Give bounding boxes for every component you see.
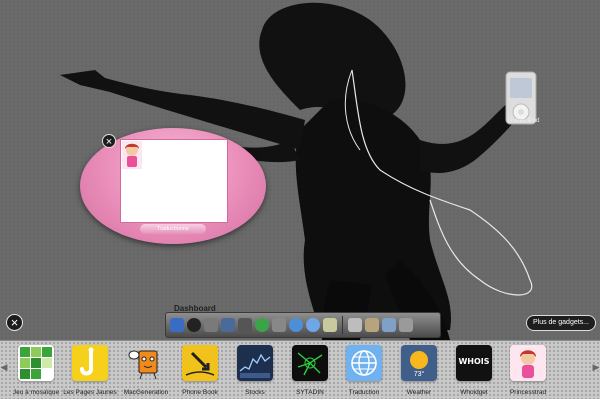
- sytadin-icon: [292, 345, 328, 381]
- princess-icon: [122, 141, 142, 169]
- globe-icon: [346, 345, 382, 381]
- dock-item-downloads[interactable]: [382, 318, 396, 332]
- gadget-princesstrad[interactable]: Princesstrad: [500, 345, 556, 399]
- dock-item-finder[interactable]: [170, 318, 184, 332]
- dock-item-clock[interactable]: [187, 318, 201, 332]
- gadget-weather[interactable]: 73° Weather: [391, 345, 447, 399]
- widget-title: Traductionne: [140, 224, 206, 234]
- gadget-stocks[interactable]: Stocks: [227, 345, 283, 399]
- gadget-sytadin[interactable]: SYTADIN: [282, 345, 338, 399]
- dock-item-folder[interactable]: [365, 318, 379, 332]
- phone-book-icon: [182, 345, 218, 381]
- dock-item-tools[interactable]: [204, 318, 218, 332]
- close-icon[interactable]: ×: [102, 134, 116, 148]
- whois-text: WHOIS: [458, 357, 490, 366]
- dock-item-system[interactable]: [272, 318, 286, 332]
- gadget-macgeneration[interactable]: MacGeneration: [118, 345, 174, 399]
- dock-item-ichat[interactable]: [306, 318, 320, 332]
- ipod-widget-label: iTunes iPod: [508, 118, 540, 124]
- dock-item-preview[interactable]: [221, 318, 235, 332]
- macgeneration-icon: [128, 345, 164, 381]
- dock-item-globe[interactable]: [289, 318, 303, 332]
- widget-content-area[interactable]: [120, 139, 228, 223]
- trash-icon[interactable]: [399, 318, 413, 332]
- chevron-right-icon[interactable]: ▶: [592, 360, 600, 374]
- dock-item-textedit[interactable]: [323, 318, 337, 332]
- gadget-whoidget[interactable]: WHOIS Whoidget: [446, 345, 502, 399]
- gadget-traduction[interactable]: Traduction: [336, 345, 392, 399]
- mosaic-icon: [18, 345, 54, 381]
- gadget-jeu-mosaique[interactable]: Jeu à mosaïque: [8, 345, 64, 399]
- princess-icon: [510, 345, 546, 381]
- weather-icon: 73°: [401, 345, 437, 381]
- dashboard-dock: [165, 312, 441, 338]
- chevron-left-icon[interactable]: ◀: [0, 360, 8, 374]
- gadget-phone-book[interactable]: Phone Book: [172, 345, 228, 399]
- weather-temperature: 73°: [413, 371, 425, 378]
- dock-item-document[interactable]: [348, 318, 362, 332]
- dock-item-green[interactable]: [255, 318, 269, 332]
- gadget-label: Princesstrad: [509, 389, 547, 396]
- more-gadgets-button[interactable]: Plus de gadgets...: [526, 315, 596, 331]
- dock-separator: [342, 316, 343, 334]
- stocks-icon: [237, 345, 273, 381]
- close-dashboard-button[interactable]: ×: [6, 314, 23, 331]
- gadget-label: Les Pages Jaunes: [63, 389, 117, 396]
- pages-jaunes-icon: [72, 345, 108, 381]
- gadget-pages-jaunes[interactable]: Les Pages Jaunes: [62, 345, 118, 399]
- dock-item-itunes[interactable]: [238, 318, 252, 332]
- whois-icon: WHOIS: [456, 345, 492, 381]
